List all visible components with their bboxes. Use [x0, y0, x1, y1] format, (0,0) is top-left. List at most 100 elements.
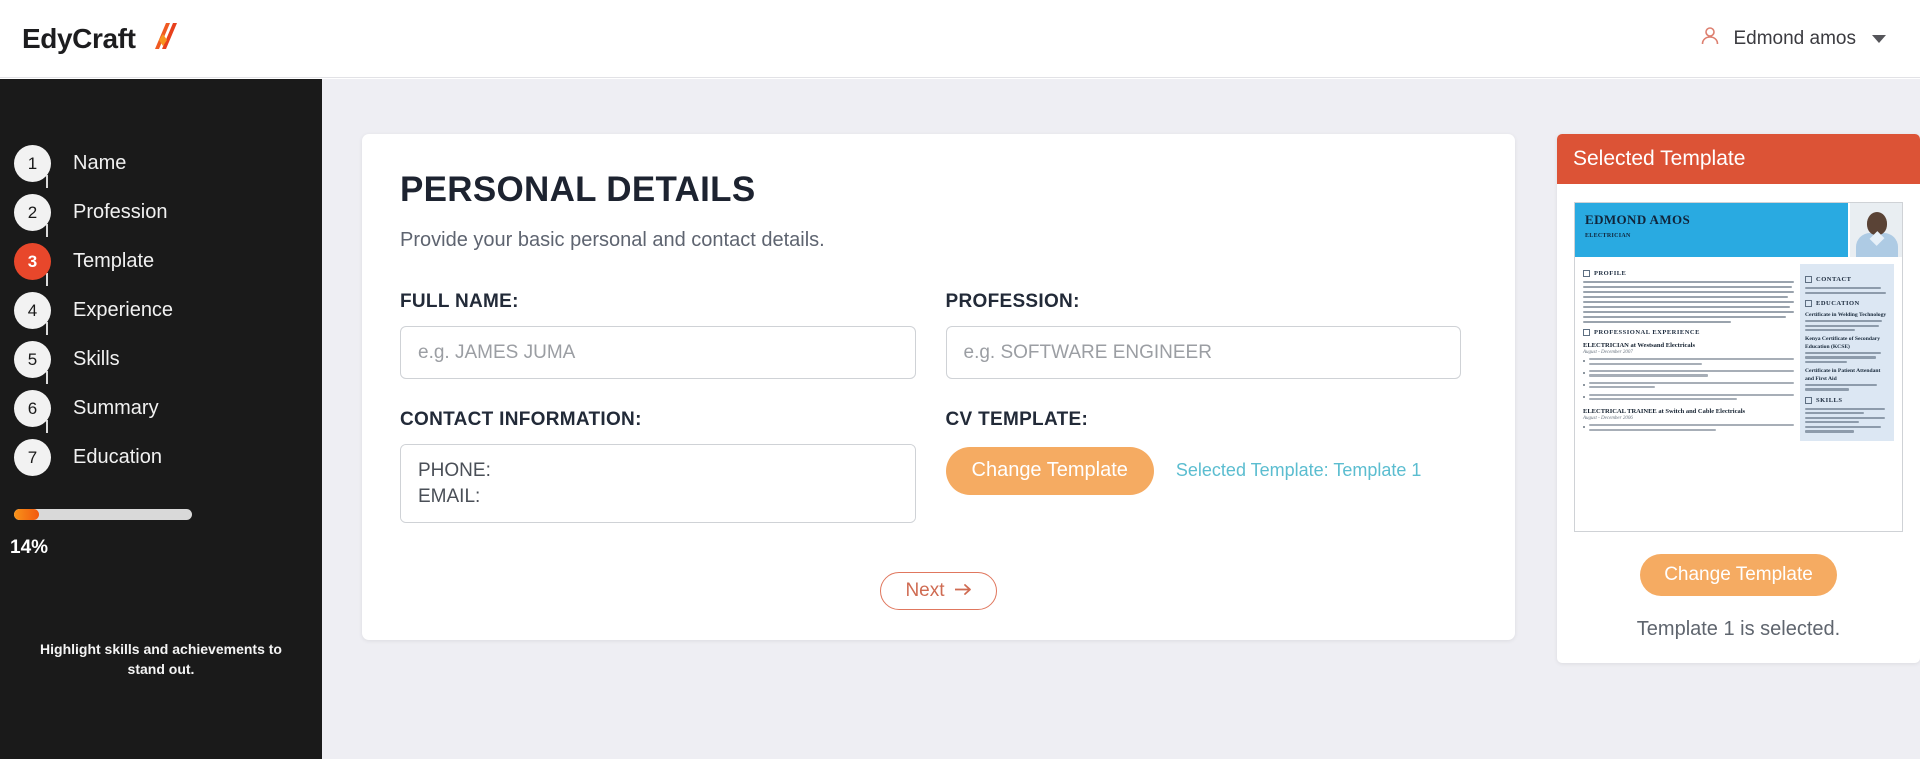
selected-template-note: Selected Template: Template 1: [1175, 460, 1422, 480]
profession-label: PROFESSION:: [945, 291, 1080, 312]
step-number: 1: [14, 145, 51, 182]
top-bar: EdyCraft Edmond amos: [0, 0, 1920, 78]
next-button-label: Next: [905, 580, 945, 601]
step-number: 7: [14, 439, 51, 476]
full-name-input[interactable]: [400, 326, 916, 379]
user-account-icon: [1699, 25, 1721, 52]
preview-actions: Change Template: [1574, 554, 1903, 596]
sidebar-step-template[interactable]: 3 Template: [14, 237, 322, 286]
cv-job-title: ELECTRICIAN at Westsand Electricals: [1583, 342, 1696, 350]
step-label: Name: [73, 152, 127, 174]
cv-bullet: [1583, 424, 1794, 433]
cv-main-column: PROFILE PROFESSIONAL EXPERIENCE ELECTRIC…: [1583, 264, 1794, 441]
cv-education-title: Certificate in Patient Attendant and Fir…: [1805, 368, 1881, 382]
cv-job-date: August - December 2006: [1583, 416, 1633, 422]
step-connector: [46, 371, 48, 384]
cv-bullet: [1583, 358, 1794, 367]
step-label: Education: [73, 446, 162, 468]
step-number: 4: [14, 292, 51, 329]
profession-input[interactable]: [945, 326, 1461, 379]
sidebar-tip: Highlight skills and achievements to sta…: [40, 641, 282, 678]
cv-job-title: ELECTRICAL TRAINEE at Switch and Cable E…: [1583, 408, 1746, 416]
sidebar-step-profession[interactable]: 2 Profession: [14, 188, 322, 237]
step-number: 6: [14, 390, 51, 427]
selected-template-title: Selected Template: [1557, 134, 1920, 184]
step-number: 5: [14, 341, 51, 378]
cv-candidate-role: ELECTRICIAN: [1585, 233, 1631, 239]
app-root: EdyCraft Edmond amos 1 Name 2 Profession…: [0, 0, 1920, 759]
step-label: Template: [73, 250, 155, 272]
cv-education-title: Kenya Certificate of Secondary Education…: [1805, 336, 1881, 350]
section-box-icon: [1805, 276, 1812, 283]
step-connector: [46, 224, 48, 237]
preview-change-template-button[interactable]: Change Template: [1640, 554, 1837, 596]
cv-profile-heading-text: PROFILE: [1594, 270, 1627, 277]
cv-education-title: Certificate in Welding Technology: [1805, 311, 1887, 318]
step-label: Profession: [73, 201, 168, 223]
user-name: Edmond amos: [1733, 27, 1856, 49]
brand-logo[interactable]: EdyCraft: [22, 21, 180, 56]
arrow-right-icon: [954, 580, 972, 602]
portrait-photo-icon: [1848, 203, 1902, 257]
personal-details-card: PERSONAL DETAILS Provide your basic pers…: [362, 134, 1515, 640]
cv-side-column: CONTACT EDUCATION Certificate in Welding…: [1800, 264, 1894, 442]
form-grid: FULL NAME: PROFESSION: CONTACT INFORMATI…: [400, 291, 1477, 558]
step-connector: [46, 273, 48, 286]
cv-education-detail: [1805, 320, 1889, 332]
cv-template-label: CV TEMPLATE:: [945, 409, 1089, 430]
progress-percent-label: 14%: [10, 537, 49, 558]
cv-experience-heading-text: PROFESSIONAL EXPERIENCE: [1594, 329, 1700, 337]
full-name-field-group: FULL NAME:: [400, 291, 932, 379]
cv-bullet: [1583, 393, 1794, 403]
sidebar-step-experience[interactable]: 4 Experience: [14, 286, 322, 335]
cv-education-detail: [1805, 383, 1889, 391]
step-label: Skills: [73, 348, 120, 370]
progress-fill: [14, 509, 39, 520]
cv-template-thumbnail[interactable]: EDMOND AMOS ELECTRICIAN PROFILE PROFESSI…: [1574, 202, 1903, 532]
cv-bullet: [1583, 381, 1794, 391]
section-box-icon: [1805, 396, 1812, 404]
selected-template-body: EDMOND AMOS ELECTRICIAN PROFILE PROFESSI…: [1557, 184, 1920, 663]
edycraft-logo-mark-icon: [142, 21, 180, 56]
page-title: PERSONAL DETAILS: [400, 170, 756, 209]
step-list: 1 Name 2 Profession 3 Template 4 Experie…: [0, 139, 322, 482]
step-connector: [46, 322, 48, 335]
step-label: Experience: [73, 299, 174, 321]
progress-track: [14, 509, 192, 520]
cv-template-field-group: CV TEMPLATE: Change Template Selected Te…: [945, 409, 1478, 528]
cv-job-date: August - December 2007: [1583, 350, 1633, 356]
step-number: 3: [14, 243, 51, 280]
profession-field-group: PROFESSION:: [945, 291, 1478, 379]
sidebar-step-skills[interactable]: 5 Skills: [14, 335, 322, 384]
cv-header-text: EDMOND AMOS ELECTRICIAN: [1575, 203, 1848, 257]
step-label: Summary: [73, 397, 159, 419]
contact-information-textarea[interactable]: PHONE: EMAIL:: [400, 444, 916, 523]
change-template-button[interactable]: Change Template: [945, 446, 1154, 495]
section-box-icon: [1583, 270, 1590, 277]
cv-experience-heading: PROFESSIONAL EXPERIENCE: [1583, 329, 1794, 337]
page-subtitle: Provide your basic personal and contact …: [400, 229, 825, 251]
preview-status-text: Template 1 is selected.: [1636, 618, 1841, 640]
next-button[interactable]: Next: [880, 572, 997, 610]
step-number: 2: [14, 194, 51, 231]
progress-bar: [14, 509, 192, 520]
brand-name: EdyCraft: [22, 22, 136, 54]
sidebar: 1 Name 2 Profession 3 Template 4 Experie…: [0, 79, 322, 759]
selected-template-panel: Selected Template EDMOND AMOS ELECTRICIA…: [1557, 134, 1920, 663]
chevron-down-icon[interactable]: [1872, 34, 1886, 43]
sidebar-step-summary[interactable]: 6 Summary: [14, 384, 322, 433]
step-connector: [46, 175, 48, 188]
cv-profile-heading: PROFILE: [1583, 270, 1794, 277]
sidebar-step-education[interactable]: 7 Education: [14, 433, 322, 482]
cv-header-band: EDMOND AMOS ELECTRICIAN: [1575, 203, 1902, 257]
step-connector: [46, 420, 48, 433]
user-menu[interactable]: Edmond amos: [1699, 25, 1894, 52]
main-content: PERSONAL DETAILS Provide your basic pers…: [322, 79, 1920, 759]
cv-education-heading-text: EDUCATION: [1816, 299, 1860, 307]
section-box-icon: [1805, 299, 1812, 307]
sidebar-step-name[interactable]: 1 Name: [14, 139, 322, 188]
cv-education-detail: [1805, 351, 1889, 364]
cv-profile-text: [1583, 281, 1794, 324]
cv-contact-text: [1805, 287, 1889, 294]
contact-information-field-group: CONTACT INFORMATION: PHONE: EMAIL:: [400, 409, 932, 528]
